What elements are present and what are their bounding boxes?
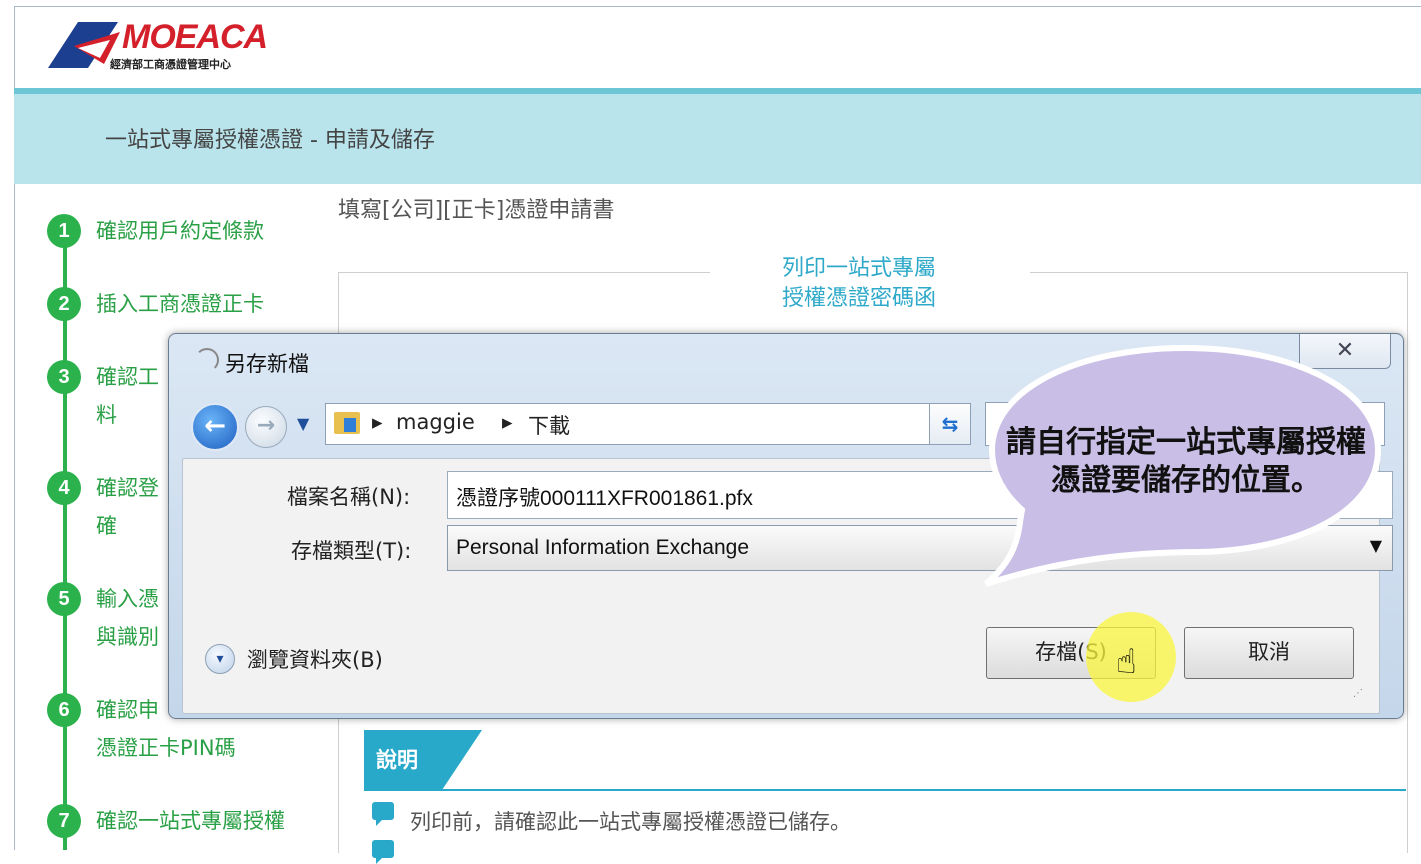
step-6-label-line1[interactable]: 確認申: [96, 692, 159, 728]
form-title: 填寫[公司][正卡]憑證申請書: [338, 198, 615, 223]
history-dropdown-icon[interactable]: ▼: [297, 414, 309, 433]
logo-text: MOEACA: [122, 18, 268, 56]
dialog-title: 另存新檔: [225, 352, 309, 376]
filename-label: 檔案名稱(N):: [287, 485, 411, 509]
loading-spinner-icon: [195, 348, 219, 372]
step-4-label-line1[interactable]: 確認登: [96, 470, 159, 506]
legend-line-1: 列印一站式專屬: [782, 256, 937, 281]
step-1-badge: 1: [47, 214, 81, 248]
note-icon: [372, 840, 394, 864]
step-1-label[interactable]: 確認用戶約定條款: [96, 213, 264, 249]
filetype-label: 存檔類型(T):: [291, 539, 412, 563]
downloads-folder-icon: [334, 412, 360, 434]
step-5-badge: 5: [47, 582, 81, 616]
explanation-note: 列印前，請確認此一站式專屬授權憑證已儲存。: [410, 810, 851, 834]
moeaca-logo: MOEACA 經濟部工商憑證管理中心: [48, 18, 278, 74]
cancel-button[interactable]: 取消: [1184, 627, 1354, 679]
print-section-legend: 列印一站式專屬 授權憑證密碼函: [782, 254, 936, 314]
step-3-badge: 3: [47, 360, 81, 394]
breadcrumb-separator-icon[interactable]: ▸: [502, 410, 513, 434]
page-title: 一站式專屬授權憑證 - 申請及儲存: [105, 128, 435, 153]
refresh-icon[interactable]: ⇆: [929, 403, 971, 445]
step-5-label-line1[interactable]: 輸入憑: [96, 581, 159, 617]
step-5-label-line2[interactable]: 與識別: [96, 619, 159, 655]
step-6-badge: 6: [47, 693, 81, 727]
breadcrumb-separator-icon[interactable]: ▸: [372, 410, 383, 434]
browse-folders-toggle[interactable]: 瀏覽資料夾(B): [247, 644, 383, 674]
callout-text: 請自行指定一站式專屬授權憑證要儲存的位置。: [1006, 425, 1366, 498]
back-arrow-icon[interactable]: ←: [191, 403, 239, 451]
step-4-label-line2[interactable]: 確: [96, 508, 117, 544]
explanation-divider: [364, 789, 1406, 791]
note-icon: [372, 802, 394, 826]
step-2-label[interactable]: 插入工商憑證正卡: [96, 286, 264, 322]
step-2-badge: 2: [47, 287, 81, 321]
expand-folders-icon[interactable]: ▾: [205, 644, 235, 674]
step-7-label[interactable]: 確認一站式專屬授權: [96, 803, 285, 839]
hand-cursor-icon: ☝: [1116, 642, 1137, 682]
resize-grip-icon[interactable]: ⋰: [1353, 688, 1363, 699]
explanation-heading: 說明: [364, 730, 442, 790]
legend-line-2: 授權憑證密碼函: [782, 286, 937, 311]
breadcrumb-maggie[interactable]: maggie: [396, 410, 475, 434]
forward-arrow-icon[interactable]: →: [245, 406, 287, 448]
step-6-label-line2[interactable]: 憑證正卡PIN碼: [96, 730, 236, 766]
filename-value: 憑證序號000111XFR001861.pfx: [456, 487, 753, 510]
step-3-label-line1[interactable]: 確認工: [96, 359, 159, 395]
steps-timeline: [63, 230, 67, 850]
breadcrumb-downloads[interactable]: 下載: [528, 410, 570, 440]
step-3-label-line2[interactable]: 料: [96, 397, 117, 433]
filetype-value: Personal Information Exchange: [456, 536, 750, 559]
step-7-badge: 7: [47, 804, 81, 838]
explanation-heading-tab: [442, 730, 482, 790]
logo-subtitle: 經濟部工商憑證管理中心: [110, 58, 231, 71]
address-bar[interactable]: ▸ maggie ▸ 下載 ▼: [325, 403, 1070, 445]
step-4-badge: 4: [47, 471, 81, 505]
